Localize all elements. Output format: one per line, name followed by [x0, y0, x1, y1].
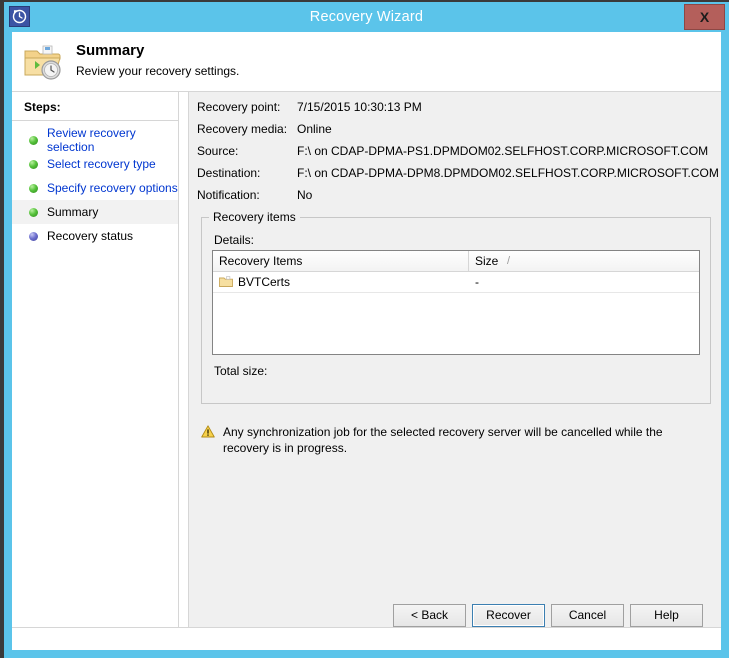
warning-text: Any synchronization job for the selected… [223, 425, 663, 455]
sidebar-item-label: Specify recovery options [47, 181, 178, 195]
recovery-media-label: Recovery media: [197, 122, 288, 136]
window-chrome: Recovery Wizard X Summary Review your re… [4, 2, 729, 658]
recover-button[interactable]: Recover [472, 604, 545, 627]
notification-value: No [297, 188, 313, 202]
step-bullet-green-icon [29, 135, 38, 145]
source-label: Source: [197, 144, 239, 158]
sidebar-item-label: Recovery status [47, 229, 134, 243]
close-button[interactable]: X [684, 4, 725, 30]
step-bullet-green-icon [29, 159, 38, 169]
folder-icon [219, 276, 233, 287]
sidebar-item-recovery-status: Recovery status [12, 224, 178, 248]
page-title: Summary [76, 42, 145, 59]
column-header-label: Recovery Items [219, 254, 303, 268]
page-header: Summary Review your recovery settings. [12, 32, 721, 92]
back-button[interactable]: < Back [393, 604, 466, 627]
column-header-size[interactable]: Size / [469, 251, 699, 271]
recovery-wizard-window: Recovery Wizard X Summary Review your re… [0, 0, 729, 658]
table-row[interactable]: BVTCerts - [213, 272, 699, 293]
recovery-point-label: Recovery point: [197, 100, 281, 114]
notification-label: Notification: [197, 188, 260, 202]
warning-triangle-icon [201, 425, 215, 438]
page-subtitle: Review your recovery settings. [76, 64, 240, 78]
folder-recovery-icon [22, 42, 64, 82]
title-bar[interactable]: Recovery Wizard X [4, 2, 729, 32]
steps-heading: Steps: [24, 100, 61, 114]
recovery-point-value: 7/15/2015 10:30:13 PM [297, 100, 422, 114]
recovery-items-group-title: Recovery items [209, 210, 300, 224]
content-pane: Recovery point: 7/15/2015 10:30:13 PM Re… [189, 92, 721, 650]
sidebar-item-label: Select recovery type [47, 157, 156, 171]
recovery-items-list[interactable]: Recovery Items Size / BVTCerts - [212, 250, 700, 355]
sidebar-item-label: Summary [47, 205, 99, 219]
sidebar-item-select-recovery-type[interactable]: Select recovery type [12, 152, 178, 176]
cancel-button[interactable]: Cancel [551, 604, 624, 627]
button-bar: < Back Recover Cancel Help [12, 604, 721, 650]
recovery-media-value: Online [297, 122, 332, 136]
column-header-recovery-items[interactable]: Recovery Items [213, 251, 469, 271]
step-bullet-blue-icon [29, 231, 38, 241]
details-label: Details: [214, 233, 255, 247]
sidebar-item-label: Review recovery selection [47, 126, 136, 154]
row-name-label: BVTCerts [238, 275, 291, 289]
total-size-label: Total size: [214, 364, 268, 378]
list-header-row: Recovery Items Size / [213, 251, 699, 272]
row-size-cell: - [475, 275, 479, 289]
help-button[interactable]: Help [630, 604, 703, 627]
window-title: Recovery Wizard [309, 9, 424, 25]
warning-message: Any synchronization job for the selected… [201, 424, 701, 456]
destination-label: Destination: [197, 166, 261, 180]
destination-value: F:\ on CDAP-DPMA-DPM8.DPMDOM02.SELFHOST.… [297, 166, 719, 180]
sidebar-gap [179, 92, 188, 650]
sort-indicator-icon: / [507, 255, 511, 267]
steps-heading-divider [12, 120, 178, 121]
sidebar-item-review-recovery-selection[interactable]: Review recovery selection [12, 126, 178, 154]
step-bullet-green-icon [29, 183, 38, 193]
sidebar-item-summary: Summary [12, 200, 178, 224]
step-bullet-green-icon [29, 207, 38, 217]
row-name-cell: BVTCerts [213, 275, 469, 289]
sidebar-item-specify-recovery-options[interactable]: Specify recovery options [12, 176, 178, 200]
column-header-label: Size [475, 254, 499, 268]
source-value: F:\ on CDAP-DPMA-PS1.DPMDOM02.SELFHOST.C… [297, 144, 709, 158]
steps-sidebar: Steps: Review recovery selection Select … [12, 92, 178, 650]
dialog-body: Summary Review your recovery settings. S… [12, 32, 721, 650]
